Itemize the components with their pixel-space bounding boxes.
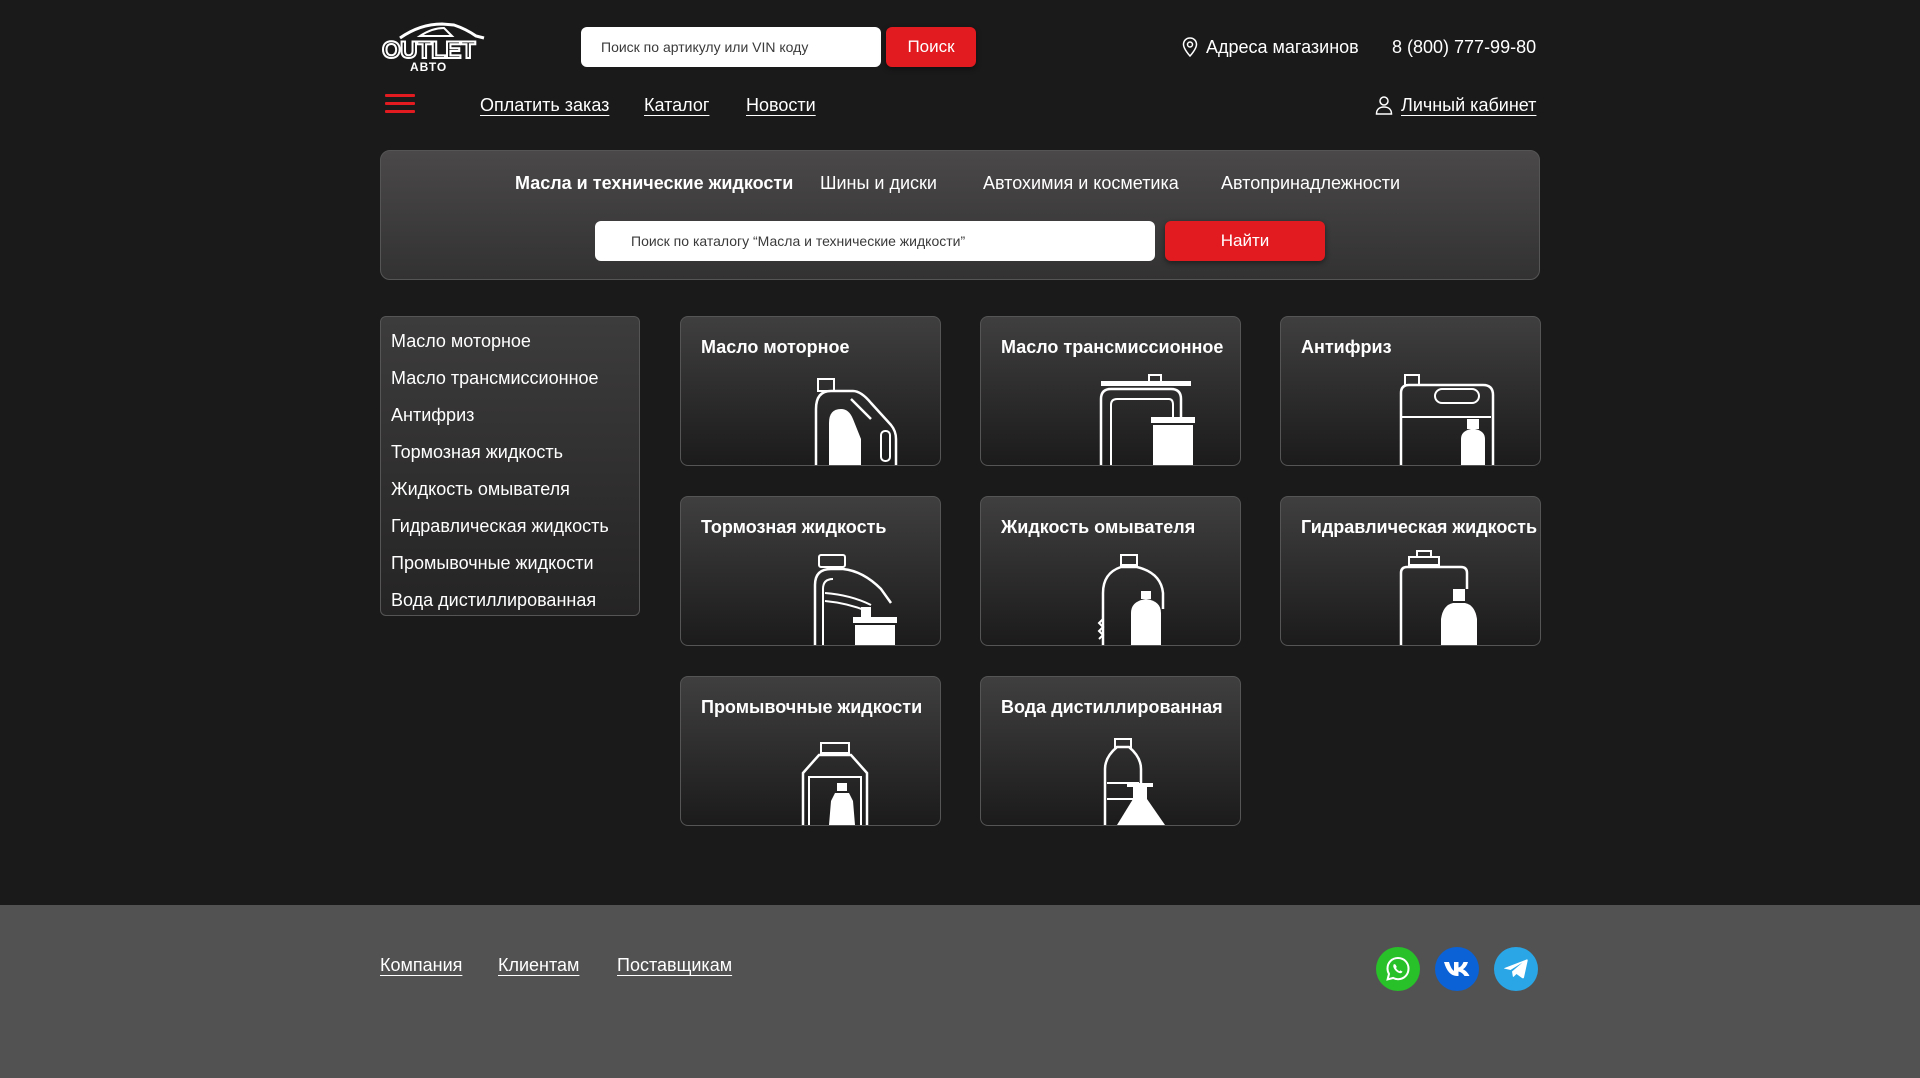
hydraulic-fluid-canister-icon [1399, 550, 1477, 645]
find-button[interactable]: Найти [1165, 221, 1325, 261]
category-panel: Масла и технические жидкости Шины и диск… [380, 150, 1540, 280]
search-input[interactable] [581, 27, 881, 67]
card-title: Антифриз [1301, 337, 1392, 357]
nav-pay-order[interactable]: Оплатить заказ [480, 92, 609, 118]
card-title: Вода дистиллированная [1001, 697, 1223, 717]
card-title: Промывочные жидкости [701, 697, 923, 717]
tab-accessories[interactable]: Автопринадлежности [1221, 171, 1400, 195]
distilled-water-bottle-icon [1103, 738, 1165, 825]
flushing-fluid-bottle-icon [801, 742, 869, 825]
transmission-oil-canister-icon [1099, 374, 1195, 465]
tab-oils-fluids[interactable]: Масла и технические жидкости [515, 171, 793, 195]
footer-link-company[interactable]: Компания [380, 952, 462, 978]
tab-autochemistry[interactable]: Автохимия и косметика [983, 171, 1179, 195]
footer [0, 905, 1920, 1078]
logo[interactable]: OUTLET АВТО [380, 20, 488, 72]
tab-tires-wheels[interactable]: Шины и диски [820, 171, 937, 195]
location-pin-icon [1182, 37, 1198, 57]
sidebar-item-hydraulic-fluid[interactable]: Гидравлическая жидкость [391, 508, 629, 545]
phone-number[interactable]: 8 (800) 777-99-80 [1392, 34, 1536, 60]
sidebar-item-distilled-water[interactable]: Вода дистиллированная [391, 582, 629, 619]
menu-burger-icon[interactable] [385, 94, 415, 114]
antifreeze-canister-icon [1399, 374, 1495, 465]
search-button[interactable]: Поиск [886, 27, 976, 67]
store-addresses-link[interactable]: Адреса магазинов [1182, 34, 1359, 60]
catalog-search-input[interactable] [595, 221, 1155, 261]
card-title: Жидкость омывателя [1001, 517, 1196, 537]
footer-link-suppliers[interactable]: Поставщикам [617, 952, 732, 978]
nav-catalog[interactable]: Каталог [644, 92, 709, 118]
brake-fluid-bottle-icon [813, 554, 897, 645]
category-card-antifreeze[interactable]: Антифриз [1280, 316, 1541, 466]
personal-account-label: Личный кабинет [1401, 94, 1537, 115]
category-card-transmission-oil[interactable]: Масло трансмиссионное [980, 316, 1241, 466]
telegram-icon[interactable] [1494, 947, 1538, 991]
logo-car-icon: OUTLET АВТО [381, 22, 485, 72]
card-title: Гидравлическая жидкость [1301, 517, 1538, 537]
whatsapp-icon[interactable] [1376, 947, 1420, 991]
svg-text:АВТО: АВТО [410, 60, 447, 72]
category-sidebar: Масло моторное Масло трансмиссионное Ант… [380, 316, 640, 616]
sidebar-item-flushing-fluid[interactable]: Промывочные жидкости [391, 545, 629, 582]
store-addresses-label: Адреса магазинов [1206, 36, 1359, 57]
sidebar-item-motor-oil[interactable]: Масло моторное [391, 323, 629, 360]
nav-news[interactable]: Новости [746, 92, 816, 118]
motor-oil-canister-icon [814, 378, 898, 465]
sidebar-item-antifreeze[interactable]: Антифриз [391, 397, 629, 434]
category-card-distilled-water[interactable]: Вода дистиллированная [980, 676, 1241, 826]
washer-fluid-bottle-icon [1097, 554, 1165, 645]
category-card-flushing-fluid[interactable]: Промывочные жидкости [680, 676, 941, 826]
sidebar-item-transmission-oil[interactable]: Масло трансмиссионное [391, 360, 629, 397]
card-title: Масло трансмиссионное [1001, 337, 1224, 357]
main-area: OUTLET АВТО Поиск Адреса магазинов 8 (80… [0, 0, 1920, 905]
category-card-brake-fluid[interactable]: Тормозная жидкость [680, 496, 941, 646]
footer-link-clients[interactable]: Клиентам [498, 952, 579, 978]
category-card-hydraulic-fluid[interactable]: Гидравлическая жидкость [1280, 496, 1541, 646]
category-card-motor-oil[interactable]: Масло моторное [680, 316, 941, 466]
user-icon [1375, 96, 1393, 115]
category-card-washer-fluid[interactable]: Жидкость омывателя [980, 496, 1241, 646]
card-title: Масло моторное [701, 337, 850, 357]
vk-icon[interactable] [1435, 947, 1479, 991]
sidebar-item-brake-fluid[interactable]: Тормозная жидкость [391, 434, 629, 471]
sidebar-item-washer-fluid[interactable]: Жидкость омывателя [391, 471, 629, 508]
personal-account-link[interactable]: Личный кабинет [1375, 92, 1536, 118]
card-title: Тормозная жидкость [701, 517, 887, 537]
